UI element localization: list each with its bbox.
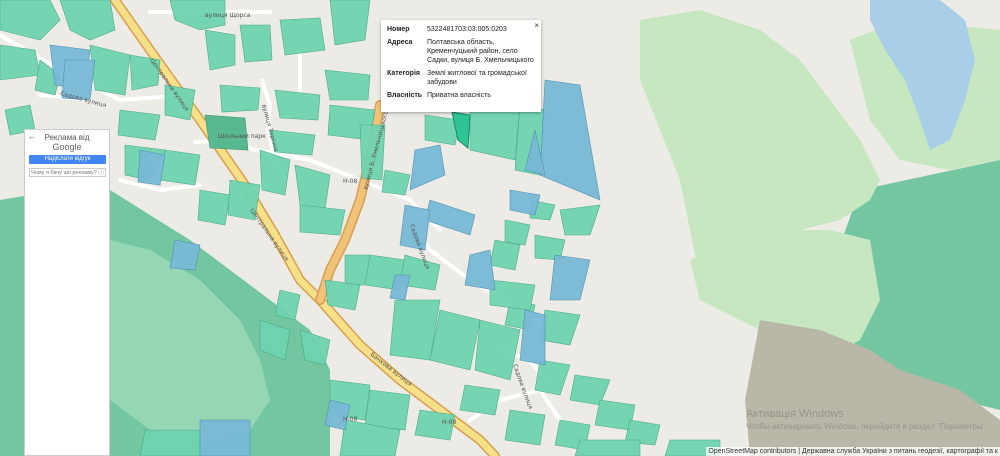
info-value: Приватна власність bbox=[427, 92, 491, 99]
parcel[interactable] bbox=[279, 17, 326, 56]
parcel[interactable] bbox=[459, 384, 501, 416]
why-this-ad-button[interactable]: Чому я бачу цю рекламу? ⓘ bbox=[29, 168, 106, 177]
parcel[interactable] bbox=[197, 189, 231, 226]
info-key: Номер bbox=[387, 26, 410, 33]
parcel[interactable] bbox=[239, 24, 273, 63]
info-value: Землі житлової та громадської забудови bbox=[427, 70, 527, 86]
windows-activation-title: Активація Windows bbox=[746, 408, 844, 420]
parcel[interactable] bbox=[199, 419, 251, 456]
info-key: Категорія bbox=[387, 70, 420, 77]
label-h08-a: Н-08 bbox=[343, 178, 357, 185]
label-park: Шкільний парк bbox=[218, 133, 266, 140]
send-feedback-button[interactable]: Надіслати відгук bbox=[29, 155, 106, 164]
info-row-ownership: Власність Приватна власність bbox=[385, 90, 539, 103]
windows-activation-text: Чтобы активировать Windows, перейдите в … bbox=[746, 422, 988, 431]
parcel[interactable] bbox=[219, 84, 261, 113]
parcel[interactable] bbox=[159, 149, 201, 186]
parcel[interactable] bbox=[324, 69, 371, 101]
map-attribution: OpenStreetMap contributors | Державна сл… bbox=[706, 447, 1000, 456]
parcel[interactable] bbox=[0, 44, 41, 81]
info-row-category: Категорія Землі житлової та громадської … bbox=[385, 68, 539, 90]
google-logo: Google bbox=[52, 142, 82, 152]
info-row-number: Номер 5322481703:03:005:0203 bbox=[385, 24, 539, 37]
label-h08-c: Н-08 bbox=[442, 419, 456, 426]
parcel[interactable] bbox=[299, 204, 346, 236]
parcel[interactable] bbox=[324, 279, 361, 311]
info-value: 5322481703:03:005:0203 bbox=[427, 26, 507, 33]
parcel[interactable] bbox=[117, 109, 161, 141]
attribution-text: | Державна служба України з питань геоде… bbox=[796, 448, 998, 455]
parcel[interactable] bbox=[137, 149, 166, 186]
parcel[interactable] bbox=[139, 429, 201, 456]
parcel[interactable] bbox=[504, 409, 546, 446]
parcel[interactable] bbox=[574, 439, 641, 456]
parcel[interactable] bbox=[274, 89, 321, 121]
parcel[interactable] bbox=[489, 239, 521, 271]
info-row-address: Адреса Полтавська область, Кременчуцький… bbox=[385, 37, 539, 68]
parcel[interactable] bbox=[489, 279, 536, 311]
parcel[interactable] bbox=[204, 29, 236, 71]
close-icon[interactable]: × bbox=[534, 21, 539, 30]
label-h08-b: Н-08 bbox=[343, 416, 357, 423]
parcel[interactable] bbox=[364, 389, 411, 431]
info-key: Власність bbox=[387, 92, 423, 99]
parcel-info-popup: × Номер 5322481703:03:005:0203 Адреса По… bbox=[381, 20, 541, 112]
parcel[interactable] bbox=[329, 0, 371, 46]
ad-title: Реклама від bbox=[44, 133, 90, 142]
label-shchors: вулиця Щорса bbox=[205, 12, 251, 19]
google-ad-panel: ← Реклама від Google Надіслати відгук Чо… bbox=[24, 129, 110, 456]
parcel[interactable] bbox=[169, 239, 201, 271]
info-value: Полтавська область, Кременчуцький район,… bbox=[427, 39, 534, 64]
osm-attribution-link[interactable]: OpenStreetMap contributors bbox=[708, 448, 796, 455]
parcel-info-table: Номер 5322481703:03:005:0203 Адреса Полт… bbox=[385, 24, 539, 103]
info-key: Адреса bbox=[387, 39, 413, 46]
